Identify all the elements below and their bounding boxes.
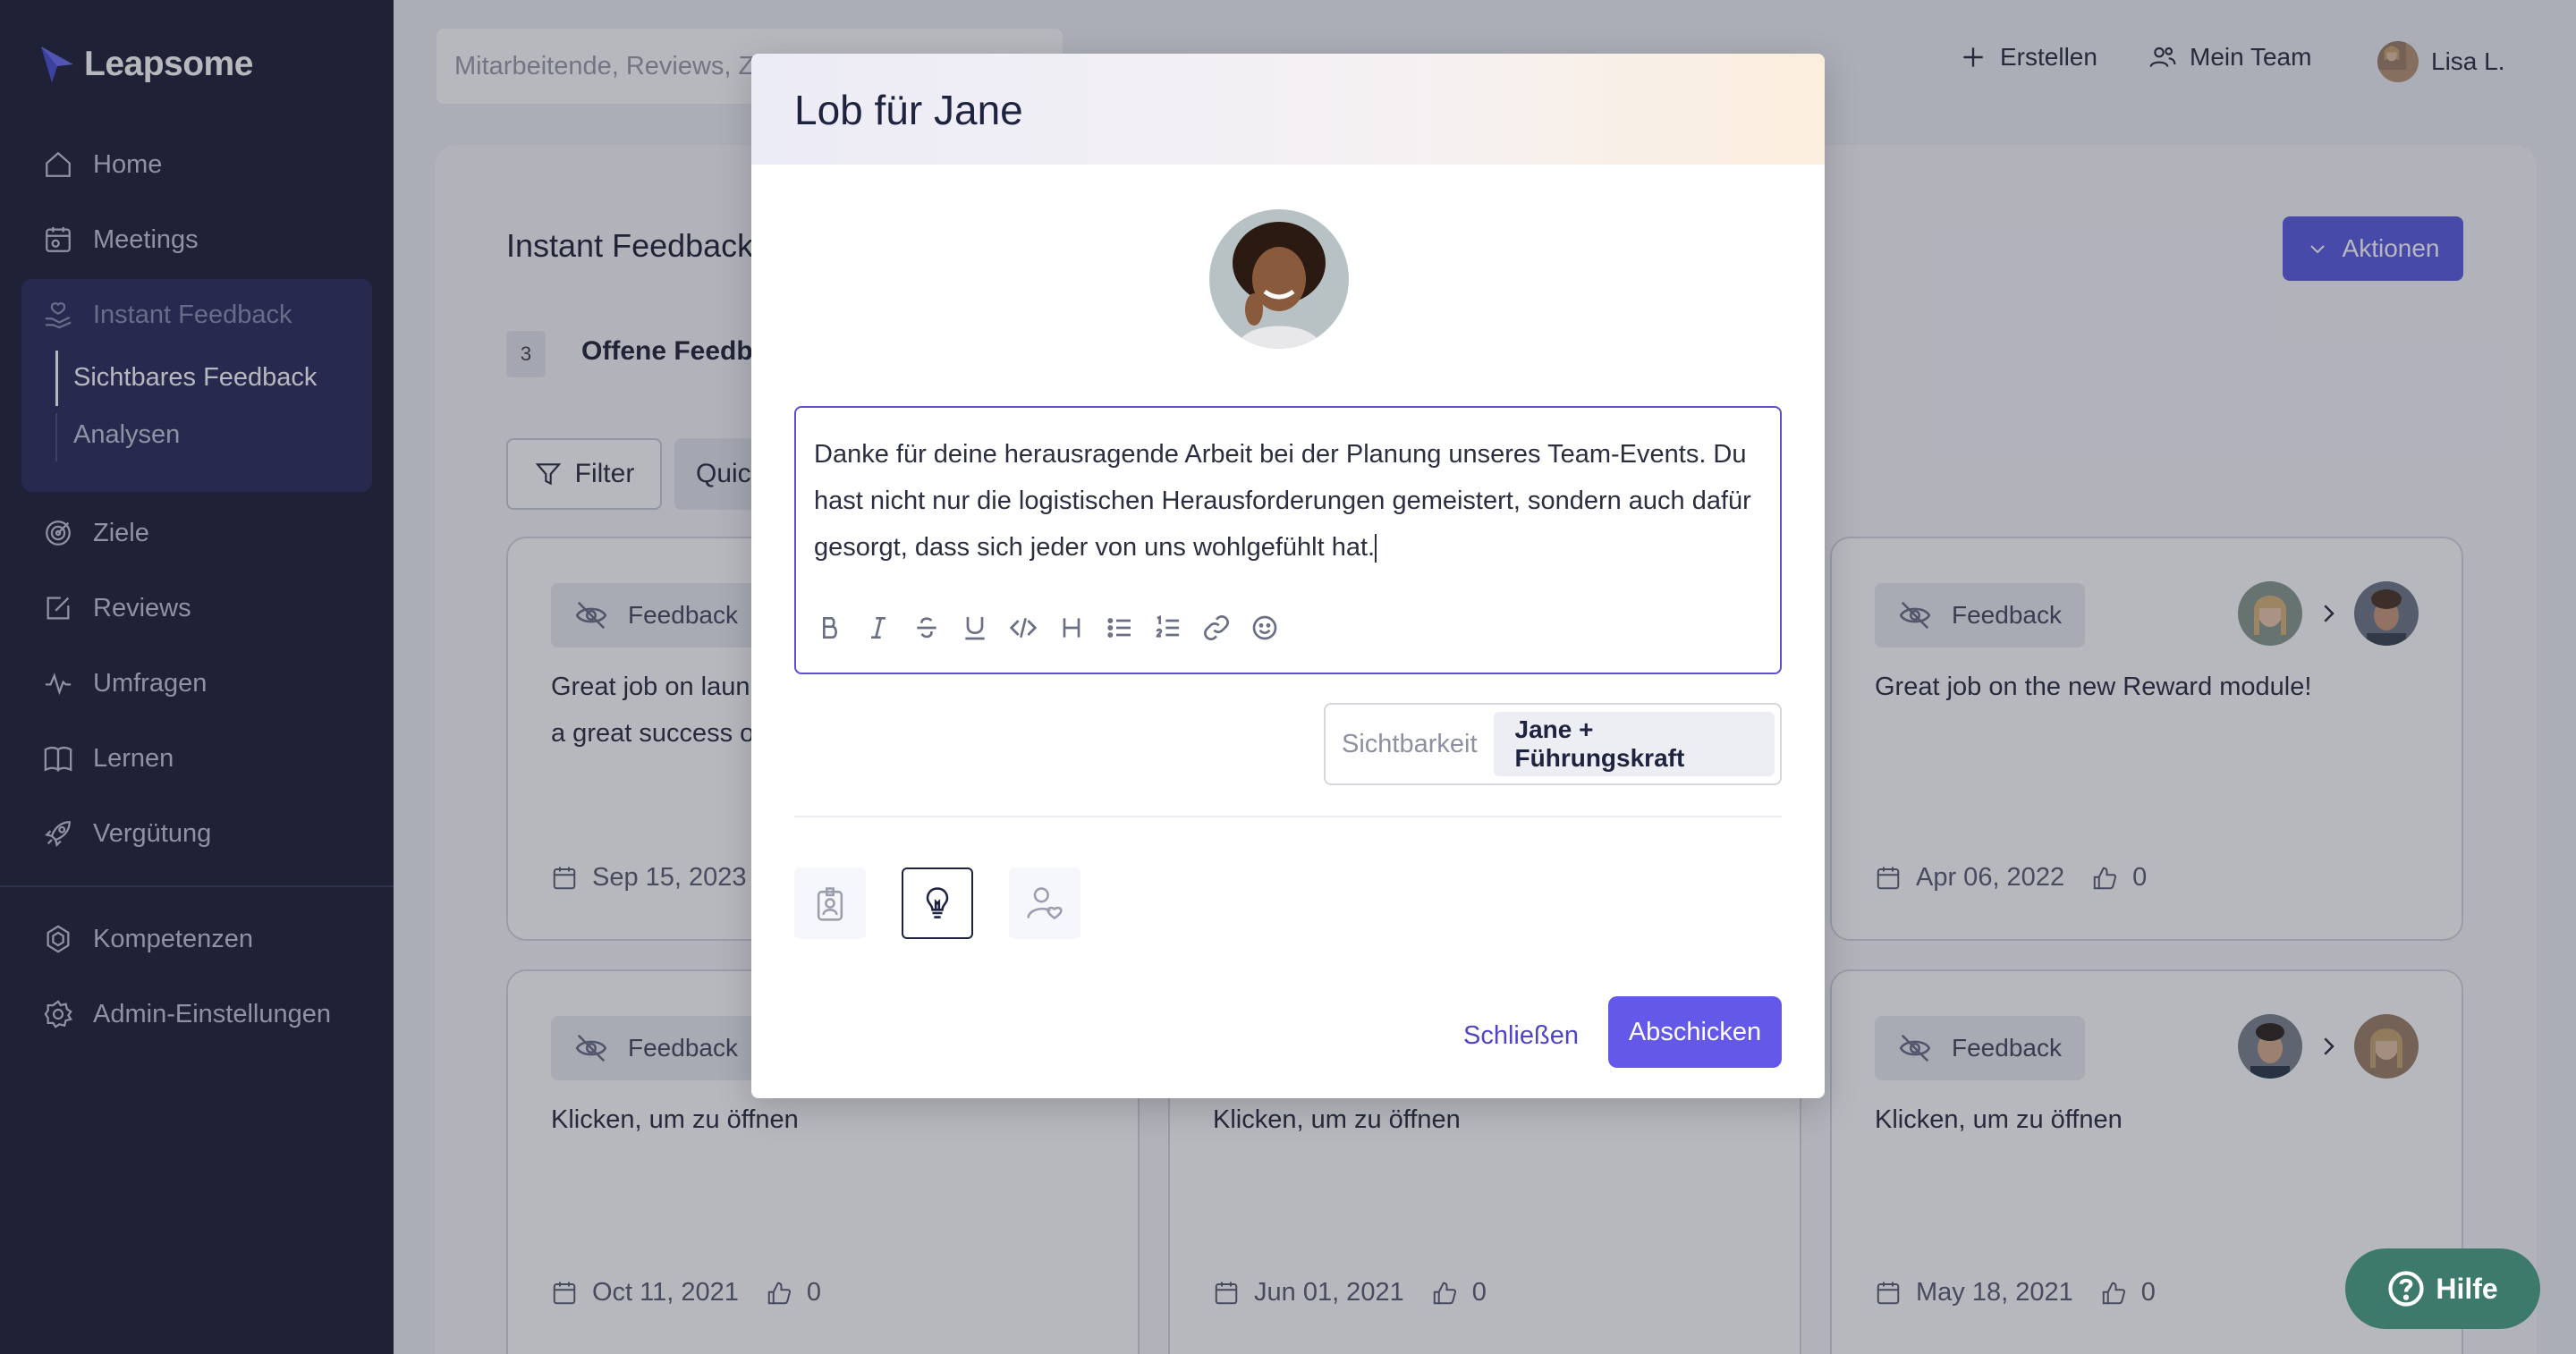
modal-header: Lob für Jane (751, 54, 1825, 165)
praise-modal: Lob für Jane Danke für deine herausragen… (751, 54, 1825, 1098)
code-icon[interactable] (1009, 614, 1038, 642)
underline-icon[interactable] (961, 614, 989, 642)
modal-divider (794, 816, 1782, 817)
recipient-avatar (1209, 209, 1349, 349)
emoji-icon[interactable] (1250, 614, 1279, 642)
feedback-textarea[interactable]: Danke für deine herausragende Arbeit bei… (814, 431, 1762, 571)
numbered-list-icon[interactable] (1154, 614, 1182, 642)
badge-icon (817, 887, 843, 921)
close-button[interactable]: Schließen (1463, 1021, 1579, 1051)
text-caret (1375, 534, 1377, 563)
bold-icon[interactable] (816, 614, 844, 642)
strikethrough-icon[interactable] (912, 614, 941, 642)
submit-button[interactable]: Abschicken (1608, 996, 1782, 1068)
heading-icon[interactable] (1057, 614, 1086, 642)
editor-toolbar (816, 614, 1279, 642)
modal-title: Lob für Jane (794, 87, 1023, 133)
feedback-type-idea[interactable] (902, 867, 973, 939)
lightbulb-icon (926, 887, 949, 918)
person-heart-icon (1027, 887, 1063, 920)
feedback-editor[interactable]: Danke für deine herausragende Arbeit bei… (794, 406, 1782, 674)
italic-icon[interactable] (864, 614, 893, 642)
visibility-selector[interactable]: Sichtbarkeit Jane + Führungskraft (1324, 703, 1782, 785)
link-icon[interactable] (1202, 614, 1231, 642)
help-icon (2388, 1271, 2424, 1307)
feedback-type-badge[interactable] (794, 867, 866, 939)
bullet-list-icon[interactable] (1106, 614, 1134, 642)
help-button[interactable]: Hilfe (2345, 1248, 2540, 1329)
visibility-label: Sichtbarkeit (1342, 729, 1478, 758)
help-label: Hilfe (2436, 1272, 2498, 1305)
visibility-value[interactable]: Jane + Führungskraft (1493, 712, 1775, 776)
feedback-type-appreciation[interactable] (1009, 867, 1080, 939)
